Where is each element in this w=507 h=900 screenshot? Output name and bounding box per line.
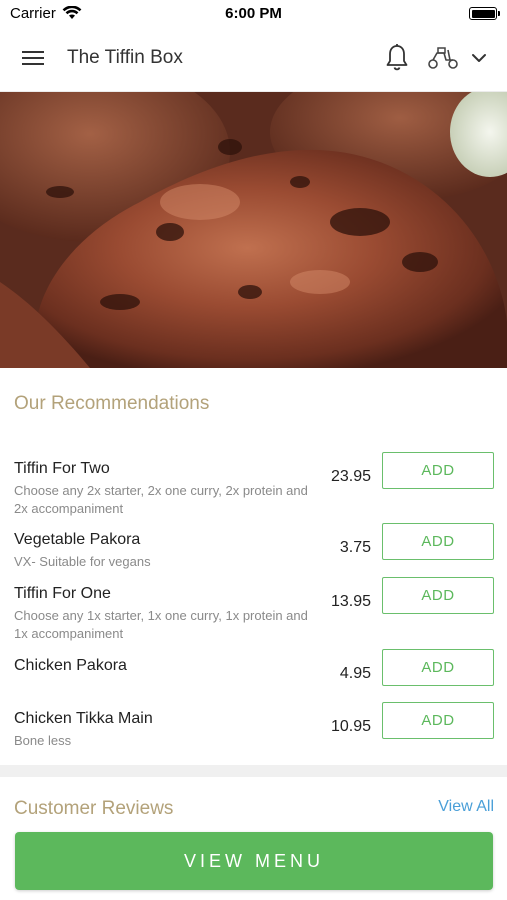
item-name: Vegetable Pakora (14, 531, 141, 548)
item-description: VX- Suitable for vegans (14, 554, 151, 569)
item-name: Chicken Tikka Main (14, 710, 153, 727)
item-name: Chicken Pakora (14, 657, 127, 674)
battery-icon (469, 7, 500, 20)
app-header: The Tiffin Box (0, 26, 507, 92)
item-description: Bone less (14, 733, 72, 748)
item-description: Choose any 2x starter, 2x one curry, 2x … (14, 483, 308, 516)
reviews-title: Customer Reviews (14, 798, 174, 819)
hamburger-menu-icon[interactable] (20, 48, 46, 70)
item-description: Choose any 1x starter, 1x one curry, 1x … (14, 608, 308, 641)
clock: 6:00 PM (225, 5, 282, 22)
section-divider (0, 765, 507, 777)
item-price: 10.95 (330, 718, 371, 735)
recommendations-title: Our Recommendations (14, 393, 210, 414)
tandoori-chicken-image (0, 92, 507, 368)
item-price: 23.95 (330, 468, 371, 485)
item-price: 13.95 (330, 593, 371, 610)
item-price: 4.95 (339, 665, 371, 682)
view-all-link[interactable]: View All (438, 798, 494, 816)
bell-icon[interactable] (384, 43, 410, 73)
restaurant-title: The Tiffin Box (67, 47, 183, 68)
add-button[interactable]: ADD (382, 577, 494, 614)
scooter-icon[interactable] (426, 45, 460, 71)
chevron-down-icon[interactable] (469, 49, 489, 67)
item-name: Tiffin For One (14, 585, 111, 602)
view-menu-button[interactable]: VIEW MENU (15, 832, 493, 890)
add-button[interactable]: ADD (382, 452, 494, 489)
hero-image (0, 92, 507, 368)
recommendations-section: Our Recommendations Tiffin For Two Choos… (0, 369, 507, 765)
item-price: 3.75 (339, 539, 371, 556)
item-name: Tiffin For Two (14, 460, 110, 477)
status-bar: Carrier 6:00 PM (0, 0, 507, 26)
add-button[interactable]: ADD (382, 523, 494, 560)
add-button[interactable]: ADD (382, 702, 494, 739)
add-button[interactable]: ADD (382, 649, 494, 686)
